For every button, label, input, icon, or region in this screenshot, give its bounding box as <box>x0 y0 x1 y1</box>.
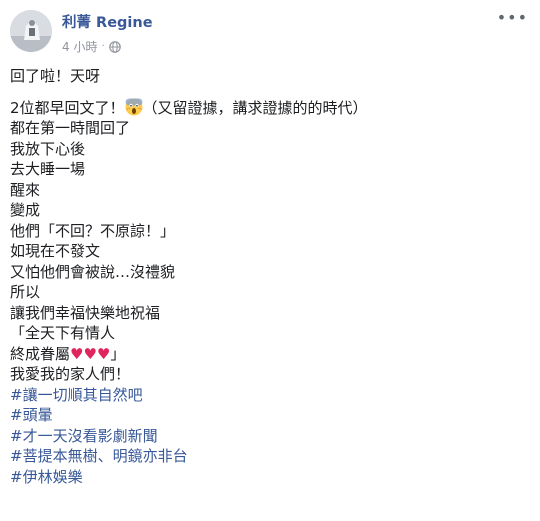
author-name[interactable]: 利菁 Regine <box>62 11 153 32</box>
hashtag-link[interactable]: #伊林娛樂 <box>10 467 530 488</box>
post-line-2: 2位都早回文了！ （又留證據，講求證據的的時代） <box>10 98 530 119</box>
post-line: 如現在不發文 <box>10 242 101 260</box>
post-line: 都在第一時間回了 <box>10 119 131 137</box>
separator-dot: · <box>101 41 105 52</box>
post-line: 所以 <box>10 283 41 301</box>
post-heart-line: 終成眷屬♥♥♥」 <box>10 344 530 365</box>
post-line: 去大睡一場 <box>10 160 86 178</box>
globe-icon[interactable] <box>108 40 121 53</box>
post-line-2-note: （又留證據，講求證據的的時代） <box>142 98 368 117</box>
hashtag-link[interactable]: #菩提本無樹、明鏡亦非台 <box>10 446 530 467</box>
heart-emoji-icon: ♥♥♥ <box>70 344 111 363</box>
facebook-post: 利菁 Regine 4 小時 · ••• 回了啦！天呀 2位都早回文了！ （又留… <box>0 0 540 521</box>
post-line: 讓我們幸福快樂地祝福 <box>10 303 161 322</box>
post-line: 醒來 <box>10 180 41 199</box>
post-time[interactable]: 4 小時 <box>62 38 97 55</box>
post-meta: 4 小時 · <box>62 38 121 55</box>
post-line: 變成 <box>10 201 41 219</box>
hashtag-link[interactable]: #才一天沒看影劇新聞 <box>10 426 530 447</box>
post-line: 又怕他們會被說…沒禮貌 <box>10 262 176 281</box>
post-heart-line-end: 」 <box>110 344 126 363</box>
hashtag-link[interactable]: #頭暈 <box>10 405 530 426</box>
post-line: 我放下心後 <box>10 139 86 158</box>
post-line: 「全天下有情人 <box>10 324 116 342</box>
scream-emoji-icon <box>125 98 143 115</box>
post-heart-line-text: 終成眷屬 <box>10 344 71 363</box>
hashtag-link[interactable]: #讓一切順其自然吧 <box>10 385 530 406</box>
post-first-line: 回了啦！天呀 <box>10 67 101 85</box>
profile-photo <box>10 10 52 52</box>
post-body: 回了啦！天呀 2位都早回文了！ （又留證據，講求證據的的時代） 都在第一時間回了… <box>10 66 530 487</box>
more-options-icon[interactable]: ••• <box>497 8 528 27</box>
post-line: 他們「不回？不原諒！」 <box>10 221 176 240</box>
post-last-line: 我愛我的家人們！ <box>10 365 131 383</box>
post-line-2-text: 2位都早回文了！ <box>10 98 125 117</box>
avatar[interactable] <box>10 10 52 52</box>
